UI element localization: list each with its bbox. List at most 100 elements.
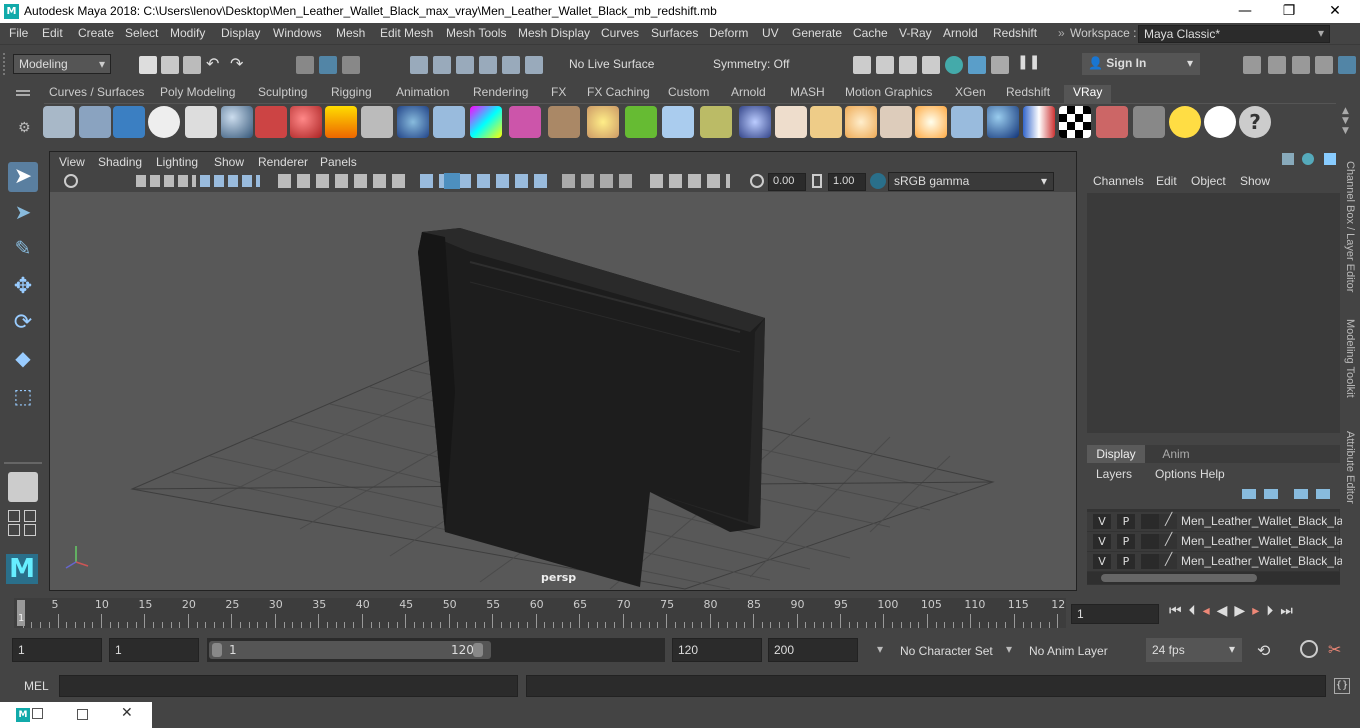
tab-fx[interactable]: FX [551,85,566,103]
help-icon[interactable]: ? [1239,106,1271,138]
menu-cache[interactable]: Cache [853,26,888,40]
layer-playback-toggle[interactable]: P [1117,534,1135,549]
tab-mash[interactable]: MASH [790,85,825,103]
persp-outliner-layout-icon[interactable] [24,510,36,522]
color-management-icon[interactable] [870,173,886,189]
exposure-field[interactable]: 0.00 [768,173,806,191]
render-sequence-icon[interactable] [876,56,894,74]
vray-frame-buffer-icon[interactable] [79,106,111,138]
vray-script-icon[interactable] [185,106,217,138]
restore-icon[interactable] [32,708,43,719]
tab-fx-caching[interactable]: FX Caching [587,85,650,103]
paint-select-tool-icon[interactable]: ✎ [8,236,38,266]
vray-sphere-light-icon[interactable] [397,106,429,138]
panel-menu-renderer[interactable]: Renderer [258,155,308,169]
step-back-key-icon[interactable]: ⏴ [1189,603,1203,619]
tab-attribute-editor[interactable]: Attribute Editor [1344,431,1356,504]
tab-arnold[interactable]: Arnold [731,85,766,103]
single-perspective-layout-icon[interactable] [8,472,38,502]
step-forward-icon[interactable]: ⏵ [1266,603,1280,619]
cb-menu-channels[interactable]: Channels [1093,174,1144,188]
vray-sun-icon[interactable] [915,106,947,138]
close-button[interactable]: ✕ [1312,0,1358,23]
current-frame-field[interactable]: 1 [1071,604,1159,624]
camera-attributes-icon[interactable] [64,174,78,188]
vray-plane-light-icon[interactable] [775,106,807,138]
vray-bulb-icon[interactable] [1169,106,1201,138]
menu-edit[interactable]: Edit [42,26,63,40]
mel-label[interactable]: MEL [24,679,49,693]
vray-rect-light-icon[interactable] [951,106,983,138]
grid-display-icons[interactable] [278,174,408,188]
close-icon[interactable]: ✕ [121,705,133,721]
menu-edit-mesh[interactable]: Edit Mesh [380,26,433,40]
sign-in-button[interactable]: 👤 Sign In ▾ [1082,53,1200,75]
new-scene-icon[interactable] [139,56,157,74]
vray-table-icon[interactable] [1133,106,1165,138]
step-back-key-icon-alt[interactable]: ◂ [1203,603,1217,619]
channel-pin-icon[interactable] [1324,153,1336,165]
anim-end-field[interactable]: 200 [768,638,858,662]
last-tool-icon[interactable]: ⬚ [8,384,38,414]
vray-particles-icon[interactable] [662,106,694,138]
perspective-viewport[interactable]: persp [50,192,1076,590]
menu-vray[interactable]: V-Ray [899,26,932,40]
menu-deform[interactable]: Deform [709,26,748,40]
lasso-tool-icon[interactable]: ➤ [8,200,38,230]
menu-mesh[interactable]: Mesh [336,26,365,40]
go-to-end-icon[interactable]: ⏭ [1280,603,1300,619]
auto-key-icon[interactable] [1300,640,1318,658]
select-hierarchy-icon[interactable] [296,56,314,74]
vray-ball-icon[interactable] [739,106,771,138]
menu-mesh-tools[interactable]: Mesh Tools [446,26,506,40]
attribute-editor-icon[interactable] [1268,56,1286,74]
layer-menu-options[interactable]: Options [1155,467,1196,481]
menu-windows[interactable]: Windows [273,26,322,40]
tab-display[interactable]: Display [1087,445,1145,463]
ipr-render-icon[interactable] [899,56,917,74]
vray-ies-light-icon[interactable] [880,106,912,138]
open-scene-icon[interactable] [161,56,179,74]
move-tool-icon[interactable]: ✥ [8,274,38,304]
menu-redshift[interactable]: Redshift [993,26,1037,40]
scale-tool-icon[interactable]: ◆ [8,346,38,376]
snap-view-plane-icon[interactable] [479,56,497,74]
channel-box-icon[interactable] [1315,56,1333,74]
tab-rigging[interactable]: Rigging [331,85,372,103]
layer-visibility-toggle[interactable]: V [1093,554,1111,569]
snap-surface-icon[interactable] [502,56,520,74]
menu-curves[interactable]: Curves [601,26,639,40]
layer-editor-icon[interactable] [1338,56,1356,74]
vray-render-settings-icon[interactable] [43,106,75,138]
snap-vertex-icon[interactable] [525,56,543,74]
new-layer-selected-icon[interactable] [1316,489,1330,499]
end-frame-field[interactable]: 120 [672,638,762,662]
vray-fur-icon[interactable] [625,106,657,138]
mode-select[interactable]: Modeling ▾ [13,54,111,74]
menu-uv[interactable]: UV [762,26,779,40]
tab-xgen[interactable]: XGen [955,85,986,103]
step-forward-key-icon[interactable]: ▸ [1252,603,1266,619]
panel-menu-view[interactable]: View [59,155,85,169]
maximize-button[interactable]: ❐ [1266,0,1312,23]
tab-animation[interactable]: Animation [396,85,449,103]
layer-row[interactable]: V P ╱ Men_Leather_Wallet_Black_lay [1087,552,1349,571]
vray-sphere-icon[interactable] [221,106,253,138]
render-settings-icon[interactable] [922,56,940,74]
tab-custom[interactable]: Custom [668,85,709,103]
channel-tool-icon[interactable] [1282,153,1294,165]
layer-type-toggle[interactable] [1141,514,1159,529]
menu-overflow-icon[interactable]: » [1058,26,1065,40]
cb-menu-object[interactable]: Object [1191,174,1226,188]
render-setup-icon[interactable] [991,56,1009,74]
menu-file[interactable]: File [9,26,28,40]
menu-display[interactable]: Display [221,26,260,40]
select-object-icon[interactable] [319,56,337,74]
save-scene-icon[interactable] [183,56,201,74]
range-start-grip[interactable] [212,643,222,657]
live-surface-field[interactable]: No Live Surface [563,54,685,74]
range-slider-handle[interactable] [209,641,491,659]
outliner-layout-icon[interactable] [24,524,36,536]
panel-menu-shading[interactable]: Shading [98,155,142,169]
vray-prism-icon[interactable] [470,106,502,138]
